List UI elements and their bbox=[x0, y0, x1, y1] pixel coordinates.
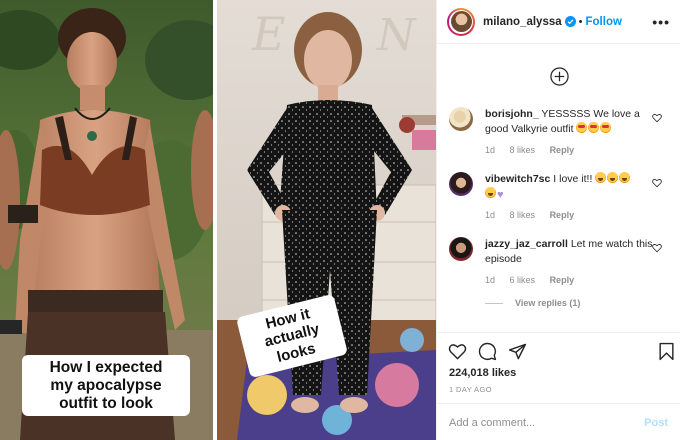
caption-line: How I expected bbox=[49, 359, 163, 376]
comment-age: 1d bbox=[485, 275, 496, 285]
more-icon[interactable]: ••• bbox=[652, 14, 670, 30]
comment-item: jazzy_jaz_carroll Let me watch this epis… bbox=[449, 237, 674, 289]
comment-text: I love it!! bbox=[553, 173, 593, 185]
separator-dot: • bbox=[578, 15, 583, 28]
heart-icon[interactable] bbox=[652, 113, 662, 123]
comment-likes[interactable]: 6 likes bbox=[510, 275, 536, 285]
svg-text:N: N bbox=[376, 10, 417, 61]
author-username[interactable]: milano_alyssa bbox=[483, 16, 562, 28]
comment-item: borisjohn_ YESSSSS We love a good Valkyr… bbox=[449, 107, 674, 157]
caption-expected: How I expected my apocalypse outfit to l… bbox=[22, 355, 190, 417]
comments-list[interactable]: borisjohn_ YESSSSS We love a good Valkyr… bbox=[437, 45, 680, 332]
heart-icon[interactable] bbox=[652, 178, 662, 188]
comment-item: vibewitch7sc I love it!! ♥ 1d 8 likes Re… bbox=[449, 172, 674, 224]
post-date[interactable]: 1 DAY AGO bbox=[449, 385, 492, 394]
post-button[interactable]: Post bbox=[644, 417, 668, 429]
comment-username[interactable]: borisjohn_ bbox=[485, 108, 539, 120]
comment-meta: 1d 8 likes Reply bbox=[485, 210, 586, 220]
comment-body: jazzy_jaz_carroll Let me watch this epis… bbox=[485, 237, 655, 267]
heart-icon[interactable] bbox=[448, 342, 467, 361]
svg-text:E: E bbox=[251, 7, 286, 61]
heart-eyes-emoji-icon bbox=[576, 122, 588, 133]
likes-count[interactable]: 224,018 likes bbox=[449, 367, 516, 379]
purple-heart-emoji-icon: ♥ bbox=[497, 189, 504, 201]
post-header: milano_alyssa • Follow ••• bbox=[437, 0, 680, 44]
comment-input[interactable] bbox=[449, 416, 645, 429]
laughing-emoji-icon bbox=[595, 172, 607, 183]
verified-badge-icon bbox=[564, 16, 576, 27]
heart-eyes-emoji-icon bbox=[600, 122, 612, 133]
laughing-emoji-icon bbox=[619, 172, 631, 183]
view-replies-button[interactable]: View replies (1) bbox=[485, 298, 580, 308]
comment-username[interactable]: vibewitch7sc bbox=[485, 173, 550, 185]
bookmark-icon[interactable] bbox=[657, 342, 676, 361]
comment-body: borisjohn_ YESSSSS We love a good Valkyr… bbox=[485, 107, 655, 137]
add-comment-bar: Post bbox=[437, 403, 680, 440]
view-replies-label: View replies (1) bbox=[515, 298, 581, 308]
heart-eyes-emoji-icon bbox=[588, 122, 600, 133]
post-actions: 224,018 likes 1 DAY AGO Post bbox=[437, 332, 680, 440]
caption-line: outfit to look bbox=[59, 394, 153, 412]
comment-body: vibewitch7sc I love it!! ♥ bbox=[485, 172, 655, 202]
commenter-avatar[interactable] bbox=[449, 237, 473, 261]
caption-line: my apocalypse bbox=[50, 376, 162, 394]
comment-username[interactable]: jazzy_jaz_carroll bbox=[485, 238, 568, 250]
comment-likes[interactable]: 8 likes bbox=[510, 145, 536, 155]
post-sidebar: milano_alyssa • Follow ••• borisjohn_ YE… bbox=[436, 0, 680, 440]
follow-button[interactable]: Follow bbox=[586, 16, 622, 28]
comment-age: 1d bbox=[485, 210, 496, 220]
reply-button[interactable]: Reply bbox=[550, 275, 575, 285]
laughing-emoji-icon bbox=[485, 187, 496, 198]
comment-icon[interactable] bbox=[478, 342, 497, 361]
comment-meta: 1d 8 likes Reply bbox=[485, 145, 586, 155]
author-avatar[interactable] bbox=[447, 7, 475, 36]
laughing-emoji-icon bbox=[607, 172, 619, 183]
commenter-avatar[interactable] bbox=[449, 172, 473, 196]
commenter-avatar[interactable] bbox=[449, 107, 473, 131]
share-icon[interactable] bbox=[508, 342, 527, 361]
reply-button[interactable]: Reply bbox=[550, 145, 575, 155]
replies-divider bbox=[485, 302, 503, 304]
comment-likes[interactable]: 8 likes bbox=[510, 210, 536, 220]
post-media[interactable]: E O N bbox=[0, 0, 436, 440]
comment-age: 1d bbox=[485, 145, 496, 155]
plus-circle-icon[interactable] bbox=[550, 67, 569, 86]
reply-button[interactable]: Reply bbox=[550, 210, 575, 220]
comment-meta: 1d 6 likes Reply bbox=[485, 275, 586, 285]
heart-icon[interactable] bbox=[652, 243, 662, 253]
